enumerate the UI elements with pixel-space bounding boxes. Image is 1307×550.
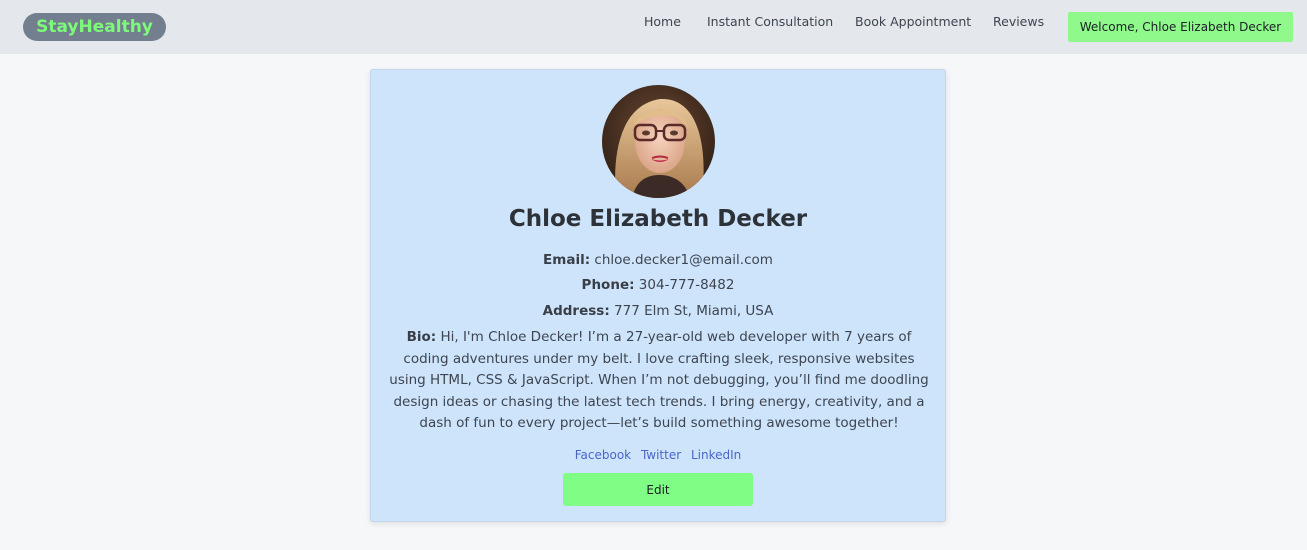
address-line: Address: 777 Elm St, Miami, USA (371, 303, 945, 319)
nav-link-home[interactable]: Home (644, 14, 681, 29)
profile-card: Chloe Elizabeth Decker Email: chloe.deck… (370, 69, 946, 522)
phone-line: Phone: 304-777-8482 (371, 277, 945, 293)
welcome-user-button[interactable]: Welcome, Chloe Elizabeth Decker (1068, 12, 1293, 42)
nav-link-instant-consultation[interactable]: Instant Consultation (707, 14, 833, 29)
facebook-link[interactable]: Facebook (575, 448, 631, 462)
avatar (602, 85, 715, 198)
nav-link-book-appointment[interactable]: Book Appointment (855, 14, 971, 29)
twitter-link[interactable]: Twitter (641, 448, 681, 462)
bio-paragraph: Bio: Hi, I'm Chloe Decker! I’m a 27-year… (385, 327, 933, 435)
linkedin-link[interactable]: LinkedIn (691, 448, 741, 462)
navbar: StayHealthy Home Instant Consultation Bo… (0, 0, 1307, 54)
email-line: Email: chloe.decker1@email.com (371, 252, 945, 268)
edit-button[interactable]: Edit (563, 473, 753, 506)
bio-label: Bio: (406, 329, 437, 345)
bio-text: Hi, I'm Chloe Decker! I’m a 27-year-old … (389, 329, 929, 431)
profile-name: Chloe Elizabeth Decker (508, 206, 808, 232)
address-value: 777 Elm St, Miami, USA (614, 303, 774, 319)
nav-link-reviews[interactable]: Reviews (993, 14, 1044, 29)
phone-value: 304-777-8482 (638, 277, 735, 293)
phone-label: Phone: (581, 277, 635, 293)
social-links: Facebook Twitter LinkedIn (371, 448, 945, 462)
email-label: Email: (543, 252, 591, 268)
email-value: chloe.decker1@email.com (594, 252, 773, 268)
address-label: Address: (542, 303, 610, 319)
profile-photo-icon (602, 85, 715, 198)
